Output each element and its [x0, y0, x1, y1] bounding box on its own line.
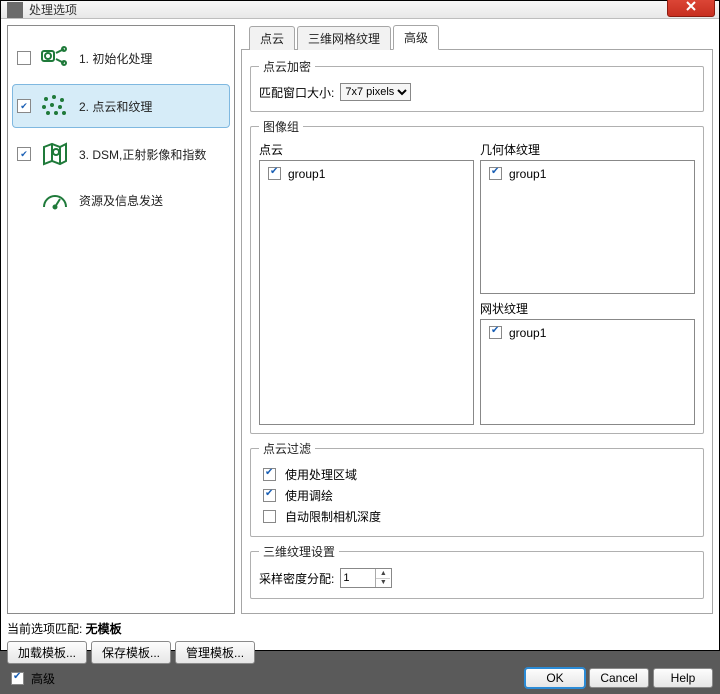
match-window-label: 匹配窗口大小: — [259, 84, 334, 101]
group-densify-legend: 点云加密 — [259, 58, 315, 75]
template-match-prefix: 当前选项匹配: — [7, 622, 86, 636]
spinner-up-icon[interactable]: ▲ — [376, 569, 390, 579]
save-template-button[interactable]: 保存模板... — [91, 641, 171, 664]
step-label: 3. DSM,正射影像和指数 — [79, 146, 206, 163]
mesh-listbox[interactable]: group1 — [480, 319, 695, 425]
geom-col-label: 几何体纹理 — [480, 141, 695, 158]
list-item-label: group1 — [509, 326, 546, 340]
tab-pointcloud[interactable]: 点云 — [249, 26, 295, 50]
group-texture: 三维纹理设置 采样密度分配: ▲▼ — [250, 543, 704, 599]
step-label: 2. 点云和纹理 — [79, 98, 152, 115]
step-label: 资源及信息发送 — [79, 192, 163, 209]
tab-content-advanced: 点云加密 匹配窗口大小: 7x7 pixels 图像组 — [241, 50, 713, 614]
pointcloud-col-label: 点云 — [259, 141, 474, 158]
sampling-label: 采样密度分配: — [259, 570, 334, 587]
close-icon — [686, 1, 696, 11]
use-area-checkbox[interactable] — [263, 468, 276, 481]
points-icon — [40, 93, 70, 119]
list-item[interactable]: group1 — [483, 163, 692, 184]
step-label: 1. 初始化处理 — [79, 50, 152, 67]
tab-advanced[interactable]: 高级 — [393, 25, 439, 50]
step-dsm[interactable]: ✔ 3. DSM,正射影像和指数 — [12, 132, 230, 176]
step-resources[interactable]: 资源及信息发送 — [12, 180, 230, 220]
auto-limit-checkbox[interactable] — [263, 510, 276, 523]
app-icon — [7, 2, 23, 18]
list-item-label: group1 — [288, 167, 325, 181]
gauge-icon — [40, 189, 70, 211]
group-filter-legend: 点云过滤 — [259, 440, 315, 457]
load-template-button[interactable]: 加载模板... — [7, 641, 87, 664]
template-match-line: 当前选项匹配: 无模板 — [7, 620, 713, 637]
pointcloud-listbox[interactable]: group1 — [259, 160, 474, 425]
cancel-button[interactable]: Cancel — [589, 668, 649, 688]
group-densify: 点云加密 匹配窗口大小: 7x7 pixels — [250, 58, 704, 112]
titlebar: 处理选项 — [1, 1, 719, 19]
match-window-select[interactable]: 7x7 pixels — [340, 83, 411, 101]
list-item-label: group1 — [509, 167, 546, 181]
use-area-label: 使用处理区域 — [285, 466, 357, 483]
step-pointcloud-checkbox[interactable]: ✔ — [17, 99, 31, 113]
sampling-input[interactable] — [341, 569, 375, 587]
map-icon — [40, 141, 70, 167]
list-item[interactable]: group1 — [483, 322, 692, 343]
list-item-checkbox[interactable] — [489, 326, 502, 339]
group-texture-legend: 三维纹理设置 — [259, 543, 339, 560]
advanced-checkbox[interactable] — [11, 672, 24, 685]
step-initial-checkbox[interactable] — [17, 51, 31, 65]
auto-limit-label: 自动限制相机深度 — [285, 508, 381, 525]
window-title: 处理选项 — [29, 1, 667, 18]
list-item-checkbox[interactable] — [489, 167, 502, 180]
use-annotation-label: 使用调绘 — [285, 487, 333, 504]
manage-template-button[interactable]: 管理模板... — [175, 641, 255, 664]
template-match-value: 无模板 — [86, 622, 122, 636]
ok-button[interactable]: OK — [525, 668, 585, 688]
list-item[interactable]: group1 — [262, 163, 471, 184]
advanced-label: 高级 — [31, 670, 55, 687]
use-annotation-checkbox[interactable] — [263, 489, 276, 502]
sampling-spinner[interactable]: ▲▼ — [340, 568, 392, 588]
group-image-groups: 图像组 点云 group1 — [250, 118, 704, 434]
group-filter: 点云过滤 使用处理区域 使用调绘 自动限制相机深度 — [250, 440, 704, 537]
tab-mesh-texture[interactable]: 三维网格纹理 — [297, 26, 391, 50]
geom-listbox[interactable]: group1 — [480, 160, 695, 294]
tab-bar: 点云 三维网格纹理 高级 — [241, 25, 713, 50]
mesh-col-label: 网状纹理 — [480, 300, 695, 317]
step-initial[interactable]: 1. 初始化处理 — [12, 36, 230, 80]
help-button[interactable]: Help — [653, 668, 713, 688]
spinner-down-icon[interactable]: ▼ — [376, 579, 390, 588]
group-image-groups-legend: 图像组 — [259, 118, 303, 135]
close-button[interactable] — [667, 0, 715, 17]
step-pointcloud[interactable]: ✔ 2. 点云和纹理 — [12, 84, 230, 128]
steps-sidebar: 1. 初始化处理 ✔ 2. 点云和纹理 ✔ 3. DSM,正射影像和指数 — [7, 25, 235, 614]
list-item-checkbox[interactable] — [268, 167, 281, 180]
camera-icon — [40, 45, 70, 71]
step-dsm-checkbox[interactable]: ✔ — [17, 147, 31, 161]
